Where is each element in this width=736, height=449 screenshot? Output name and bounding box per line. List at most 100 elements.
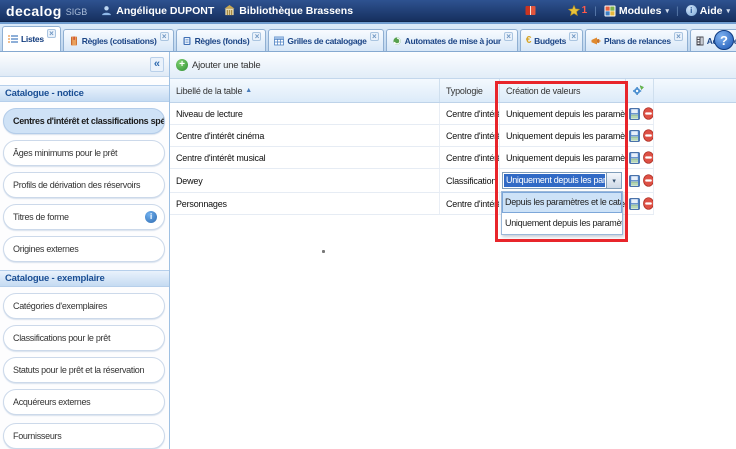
save-icon[interactable] bbox=[629, 130, 640, 142]
current-user[interactable]: Angélique DUPONT bbox=[101, 5, 214, 17]
delete-icon[interactable] bbox=[643, 151, 654, 164]
close-icon[interactable]: × bbox=[252, 32, 261, 41]
tab-plans-relances[interactable]: Plans de relances × bbox=[585, 29, 688, 51]
creation-valeurs-select[interactable]: Uniquement depuis les paramètres ▾ bbox=[502, 172, 622, 189]
red-book-icon[interactable] bbox=[524, 4, 537, 17]
gear-icon bbox=[632, 85, 644, 97]
delete-icon[interactable] bbox=[643, 129, 654, 142]
select-options-popup: Depuis les paramètres et le catalogage U… bbox=[501, 191, 623, 235]
delete-icon[interactable] bbox=[643, 197, 654, 210]
sidebar-item-label: Âges minimums pour le prêt bbox=[13, 148, 117, 158]
sidebar-item-acquereurs-externes[interactable]: Acquéreurs externes bbox=[3, 389, 165, 415]
separator: | bbox=[594, 5, 597, 17]
sidebar-item-titres-de-forme[interactable]: Titres de forme i bbox=[3, 204, 165, 230]
table-row[interactable]: Niveau de lecture Centre d'intérêt Uniqu… bbox=[170, 103, 654, 125]
megaphone-icon bbox=[591, 36, 601, 46]
close-icon[interactable]: × bbox=[47, 29, 56, 38]
tab-label: Listes bbox=[21, 34, 44, 44]
sidebar-item-profils-derivation[interactable]: Profils de dérivation des réservoirs bbox=[3, 172, 165, 198]
tab-label: Règles (cotisations) bbox=[82, 36, 157, 46]
column-header-typologie[interactable]: Typologie bbox=[440, 79, 500, 102]
tab-label: Grilles de catalogage bbox=[287, 36, 366, 46]
add-table-button[interactable]: + Ajouter une table bbox=[176, 59, 260, 71]
select-option[interactable]: Depuis les paramètres et le catalogage bbox=[502, 192, 622, 213]
select-dropdown-button[interactable]: ▾ bbox=[606, 173, 621, 188]
save-icon[interactable] bbox=[629, 198, 640, 210]
sidebar-item-centres-interet[interactable]: Centres d'intérêt et classifications spé… bbox=[3, 108, 165, 134]
table-row-editing[interactable]: Dewey Classification Uniquement depuis l… bbox=[170, 169, 654, 193]
chevron-down-icon: ▾ bbox=[726, 7, 730, 15]
save-icon[interactable] bbox=[629, 175, 640, 187]
sidebar-item-statuts-pret-reservation[interactable]: Statuts pour le prêt et la réservation bbox=[3, 357, 165, 383]
grid-table-icon bbox=[274, 36, 284, 46]
main-panel: + Ajouter une table Libellé de la table … bbox=[170, 52, 736, 449]
collapse-sidebar-button[interactable]: « bbox=[150, 57, 164, 72]
modules-grid-icon bbox=[604, 5, 616, 17]
cell-actions bbox=[626, 103, 654, 124]
sidebar-header-strip: « bbox=[0, 52, 169, 77]
close-icon[interactable]: × bbox=[160, 32, 169, 41]
current-library[interactable]: Bibliothèque Brassens bbox=[224, 5, 353, 17]
star-icon bbox=[568, 5, 580, 17]
help-button[interactable]: ? bbox=[714, 30, 734, 50]
column-label: Typologie bbox=[446, 86, 483, 96]
sidebar-item-label: Titres de forme bbox=[13, 212, 69, 222]
address-strip-icon bbox=[696, 36, 704, 46]
sidebar-item-label: Fournisseurs bbox=[13, 431, 61, 441]
cell-libelle: Dewey bbox=[170, 169, 440, 192]
cell-libelle: Personnages bbox=[170, 193, 440, 214]
app-logo-suffix: SIGB bbox=[66, 7, 88, 17]
tab-budgets[interactable]: € Budgets × bbox=[520, 29, 583, 51]
sidebar-item-label: Acquéreurs externes bbox=[13, 397, 90, 407]
tab-label: Budgets bbox=[534, 36, 566, 46]
select-selected-value: Uniquement depuis les paramètres bbox=[504, 174, 605, 187]
cell-actions bbox=[626, 193, 654, 214]
close-icon[interactable]: × bbox=[569, 32, 578, 41]
sidebar-item-label: Centres d'intérêt et classifications spé… bbox=[13, 116, 165, 126]
table-row[interactable]: Centre d'intérêt cinéma Centre d'intérêt… bbox=[170, 125, 654, 147]
modules-menu[interactable]: Modules ▾ bbox=[604, 5, 669, 17]
book-orange-icon bbox=[69, 36, 79, 46]
tab-listes[interactable]: Listes × bbox=[2, 26, 61, 51]
sort-asc-icon: ▲ bbox=[245, 87, 252, 94]
sidebar-item-ages-minimums[interactable]: Âges minimums pour le prêt bbox=[3, 140, 165, 166]
topbar-actions: 1 | Modules ▾ | i Aide ▾ bbox=[524, 4, 730, 17]
sidebar-item-fournisseurs[interactable]: Fournisseurs bbox=[3, 423, 165, 449]
aide-menu[interactable]: i Aide ▾ bbox=[686, 5, 730, 17]
sidebar-item-categories-exemplaires[interactable]: Catégories d'exemplaires bbox=[3, 293, 165, 319]
tab-automates-mise-a-jour[interactable]: Automates de mise à jour × bbox=[386, 29, 518, 51]
delete-icon[interactable] bbox=[643, 107, 654, 120]
close-icon[interactable]: × bbox=[504, 32, 513, 41]
save-icon[interactable] bbox=[629, 108, 640, 120]
sidebar-item-classifications-pret[interactable]: Classifications pour le prêt bbox=[3, 325, 165, 351]
save-icon[interactable] bbox=[629, 152, 640, 164]
cell-typologie: Centre d'intérêt bbox=[440, 193, 500, 214]
cell-typologie: Centre d'intérêt bbox=[440, 147, 500, 168]
section-catalogue-notice: Catalogue - notice bbox=[0, 85, 169, 102]
favorites-indicator[interactable]: 1 bbox=[568, 5, 588, 17]
delete-icon[interactable] bbox=[643, 174, 654, 187]
select-option[interactable]: Uniquement depuis les paramètres bbox=[502, 213, 622, 234]
automate-gear-icon bbox=[392, 36, 402, 46]
info-icon[interactable]: i bbox=[145, 211, 157, 223]
stray-mark bbox=[322, 250, 325, 253]
separator: | bbox=[676, 5, 679, 17]
table-row[interactable]: Centre d'intérêt musical Centre d'intérê… bbox=[170, 147, 654, 169]
tab-grilles-catalogage[interactable]: Grilles de catalogage × bbox=[268, 29, 383, 51]
info-circle-icon: i bbox=[686, 5, 697, 16]
column-header-libelle[interactable]: Libellé de la table ▲ bbox=[170, 79, 440, 102]
close-icon[interactable]: × bbox=[674, 32, 683, 41]
cell-creation: Uniquement depuis les paramètres bbox=[500, 125, 626, 146]
tab-regles-fonds[interactable]: Règles (fonds) × bbox=[176, 29, 267, 51]
topbar: decalog SIGB Angélique DUPONT Bibliothèq… bbox=[0, 0, 736, 22]
column-header-actions[interactable] bbox=[626, 79, 654, 102]
cell-typologie: Centre d'intérêt bbox=[440, 103, 500, 124]
close-icon[interactable]: × bbox=[370, 32, 379, 41]
sidebar-item-label: Origines externes bbox=[13, 244, 78, 254]
sidebar-item-origines-externes[interactable]: Origines externes bbox=[3, 236, 165, 262]
tab-regles-cotisations[interactable]: Règles (cotisations) × bbox=[63, 29, 174, 51]
tab-bar: Listes × Règles (cotisations) × Règles (… bbox=[0, 22, 736, 52]
tab-label: Automates de mise à jour bbox=[405, 36, 501, 46]
column-label: Libellé de la table bbox=[176, 86, 242, 96]
column-header-creation-valeurs[interactable]: Création de valeurs bbox=[500, 79, 626, 102]
